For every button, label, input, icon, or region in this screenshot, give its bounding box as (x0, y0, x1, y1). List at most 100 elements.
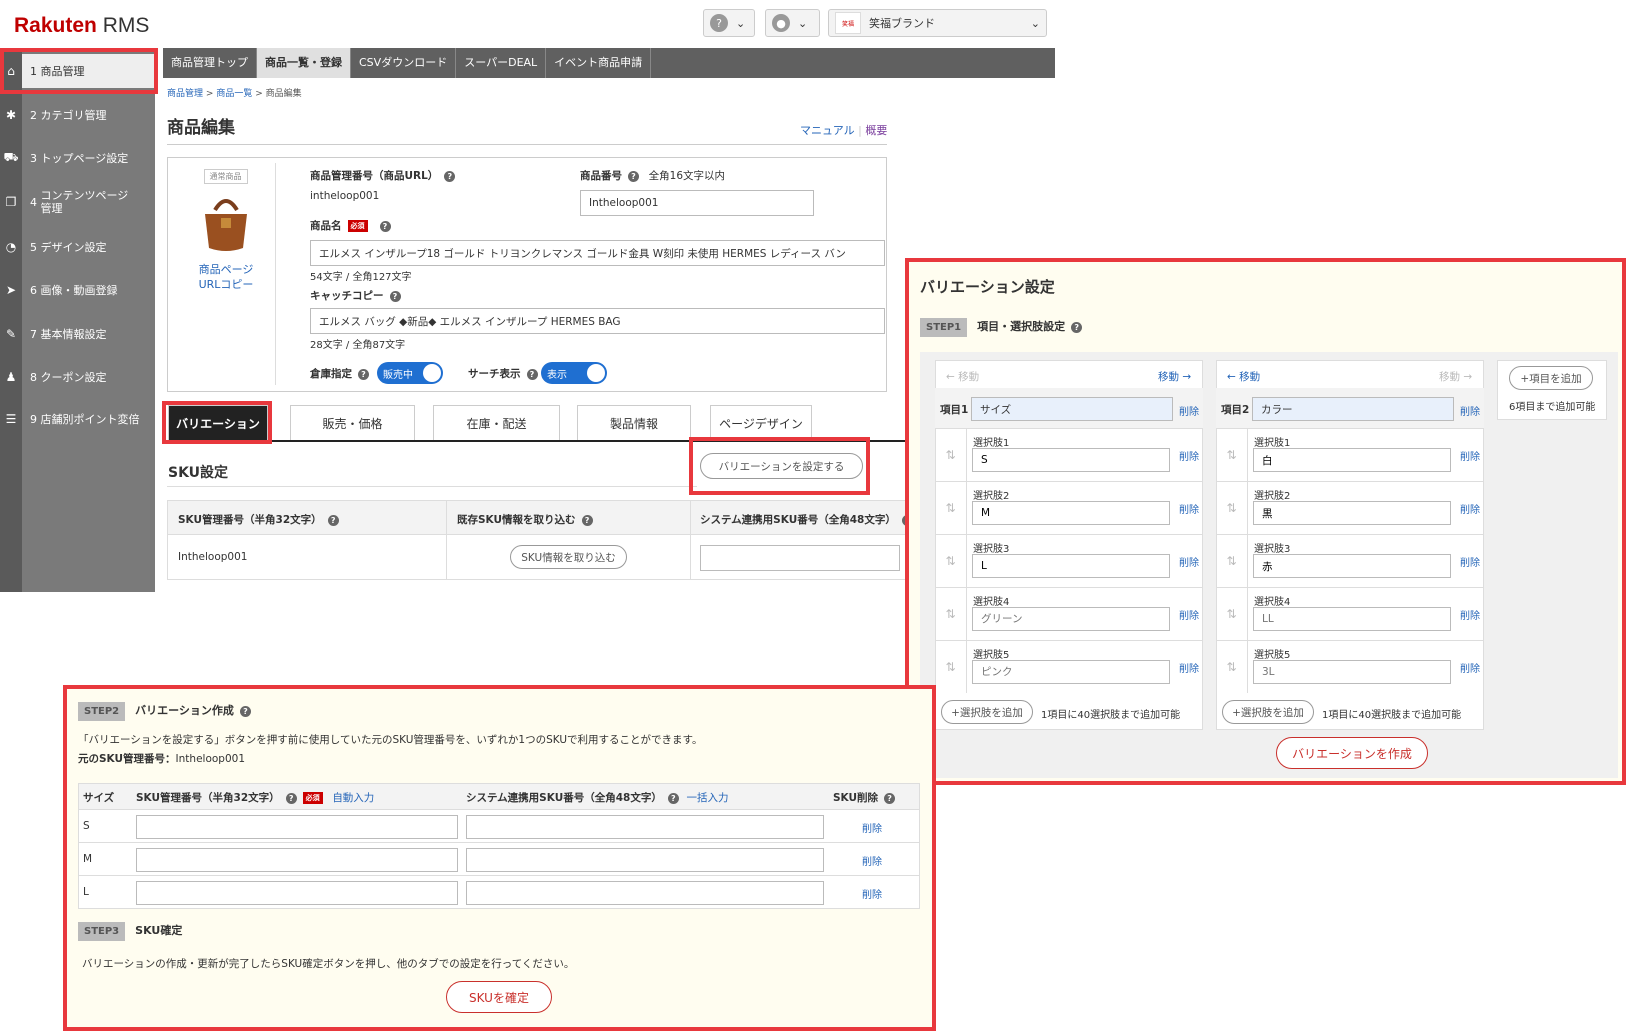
sku-col-import-text: 既存SKU情報を取り込む (457, 514, 576, 526)
sidebar-label: 基本情報設定 (40, 327, 107, 341)
breadcrumb-link[interactable]: 商品管理 (167, 89, 203, 99)
title-divider (167, 144, 887, 145)
cart-icon: ⛟ (3, 150, 19, 164)
question-icon[interactable]: ? (526, 368, 538, 380)
url-copy-link[interactable]: 商品ページURLコピー (176, 262, 276, 292)
sku-col-mgmt-text: SKU管理番号（半角32文字） (178, 514, 322, 526)
product-name-label-text: 商品名 (310, 220, 342, 232)
tab-event-application[interactable]: イベント商品申請 (546, 48, 652, 78)
sidebar-item-basic[interactable]: ✎ 7 基本情報設定 (0, 317, 155, 351)
send-icon: ➤ (5, 283, 17, 297)
question-icon[interactable]: ? (389, 290, 401, 302)
user-dropdown[interactable]: ● ⌄ (765, 9, 820, 37)
top-nav: 商品管理トップ 商品一覧・登録 CSVダウンロード スーパーDEAL イベント商… (163, 48, 1055, 78)
pages-icon: ❐ (5, 195, 17, 209)
product-number-input[interactable]: Intheloop001 (580, 190, 814, 216)
sidebar-item-points[interactable]: ☰ 9 店舗別ポイント変倍 (0, 402, 155, 436)
import-sku-button[interactable]: SKU情報を取り込む (510, 545, 627, 569)
summary-link[interactable]: 概要 (865, 124, 887, 137)
product-name-value: エルメス インザループ18 ゴールド トリヨンクレマンス ゴールド金具 W刻印 … (319, 247, 846, 260)
question-icon[interactable]: ? (581, 514, 593, 526)
sidebar-label: クーポン設定 (40, 370, 107, 384)
manual-link[interactable]: マニュアル (800, 124, 855, 137)
sidebar-item-toppage[interactable]: ⛟ 3 トップページ設定 (0, 141, 155, 175)
question-icon[interactable]: ? (358, 368, 369, 380)
question-icon[interactable]: ? (327, 514, 339, 526)
sku-col-system-text: システム連携用SKU番号（全角48文字） (700, 514, 896, 526)
logo-brand: Rakuten (14, 14, 97, 37)
gear-icon: ✱ (5, 108, 17, 122)
highlight-variation-tab (162, 401, 272, 444)
breadcrumb-sep: > (255, 89, 263, 99)
highlight-set-variation (689, 437, 870, 495)
catch-copy-label: キャッチコピー? (310, 288, 401, 303)
sidebar-item-label: 7 基本情報設定 (22, 328, 107, 341)
tab-csv-download[interactable]: CSVダウンロード (351, 48, 457, 78)
catch-copy-input[interactable]: エルメス バッグ ◆新品◆ エルメス インザループ HERMES BAG (310, 308, 885, 334)
catch-copy-value: エルメス バッグ ◆新品◆ エルメス インザループ HERMES BAG (319, 315, 621, 328)
sidebar-item-label: 2 カテゴリ管理 (22, 109, 107, 122)
bag-image (204, 199, 247, 251)
sidebar-num: 5 (30, 240, 37, 254)
warehouse-toggle[interactable]: 販売中 (377, 362, 443, 384)
sidebar-item-design[interactable]: ◔ 5 デザイン設定 (0, 230, 155, 264)
sidebar-num: 9 (30, 412, 37, 426)
tab-super-deal[interactable]: スーパーDEAL (456, 48, 547, 78)
tab-sales-price[interactable]: 販売・価格 (290, 405, 415, 440)
search-display-label: サーチ表示? (468, 366, 538, 381)
question-icon[interactable]: ? (628, 170, 639, 182)
sidebar-label: デザイン設定 (40, 240, 107, 254)
tab-stock-shipping[interactable]: 在庫・配送 (433, 405, 560, 440)
tab-page-design[interactable]: ページデザイン (710, 405, 812, 440)
catch-copy-label-text: キャッチコピー (310, 290, 384, 302)
user-icon: ● (772, 14, 790, 32)
question-icon: ? (710, 14, 728, 32)
warehouse-label-text: 倉庫指定 (310, 368, 352, 380)
wrench-icon: ✎ (5, 327, 17, 341)
sidebar-label: 店舗別ポイント変倍 (40, 412, 140, 426)
sku-col-import: 既存SKU情報を取り込む? (457, 512, 593, 527)
question-icon[interactable]: ? (379, 220, 391, 232)
product-number-hint: 全角16文字以内 (648, 170, 726, 182)
mgmt-number-value: intheloop001 (310, 190, 380, 202)
highlight-variation-panel (905, 258, 1626, 785)
search-display-toggle[interactable]: 表示 (541, 362, 607, 384)
breadcrumb-current: 商品編集 (265, 89, 302, 99)
system-sku-input[interactable] (700, 545, 900, 571)
link-divider: | (858, 124, 862, 137)
sidebar-item-label: 4 コンテンツページ管理 (22, 189, 129, 215)
sidebar-num: 2 (30, 108, 37, 122)
sidebar-label: コンテンツページ管理 (40, 189, 129, 215)
toggle-knob (423, 364, 441, 382)
sidebar-num: 6 (30, 283, 37, 297)
sidebar-num: 4 (30, 195, 37, 209)
sidebar-item-media[interactable]: ➤ 6 画像・動画登録 (0, 273, 155, 307)
sku-col-system: システム連携用SKU番号（全角48文字）? (700, 512, 913, 527)
sidebar-item-category[interactable]: ✱ 2 カテゴリ管理 (0, 98, 155, 132)
sku-col-divider (446, 500, 447, 580)
sidebar-item-coupon[interactable]: ♟ 8 クーポン設定 (0, 360, 155, 394)
sku-row-value: Intheloop001 (178, 551, 248, 563)
question-icon[interactable]: ? (444, 170, 456, 182)
chevron-down-icon: ⌄ (736, 16, 746, 30)
sidebar-item-label: 8 クーポン設定 (22, 371, 107, 384)
sku-col-mgmt: SKU管理番号（半角32文字）? (178, 512, 339, 527)
product-name-input[interactable]: エルメス インザループ18 ゴールド トリヨンクレマンス ゴールド金具 W刻印 … (310, 240, 885, 266)
tab-product-info[interactable]: 製品情報 (577, 405, 691, 440)
shop-selector[interactable]: 笑福 笑福ブランド ⌄ (828, 9, 1047, 37)
highlight-step2-panel (63, 685, 936, 1031)
chevron-down-icon: ⌄ (798, 16, 808, 30)
sidebar-item-contents[interactable]: ❐ 4 コンテンツページ管理 (0, 184, 155, 220)
sku-divider (167, 486, 697, 487)
breadcrumb-link[interactable]: 商品一覧 (216, 89, 252, 99)
help-dropdown[interactable]: ? ⌄ (703, 9, 755, 37)
list-icon: ☰ (5, 412, 17, 426)
tab-product-top[interactable]: 商品管理トップ (163, 48, 257, 78)
breadcrumb: 商品管理 > 商品一覧 > 商品編集 (167, 86, 302, 99)
search-display-toggle-text: 表示 (547, 369, 567, 381)
sidebar-num: 7 (30, 327, 37, 341)
required-badge: 必須 (347, 220, 368, 232)
tab-product-list[interactable]: 商品一覧・登録 (257, 48, 351, 78)
shop-logo: 笑福 (835, 12, 861, 34)
sidebar-item-label: 5 デザイン設定 (22, 241, 107, 254)
